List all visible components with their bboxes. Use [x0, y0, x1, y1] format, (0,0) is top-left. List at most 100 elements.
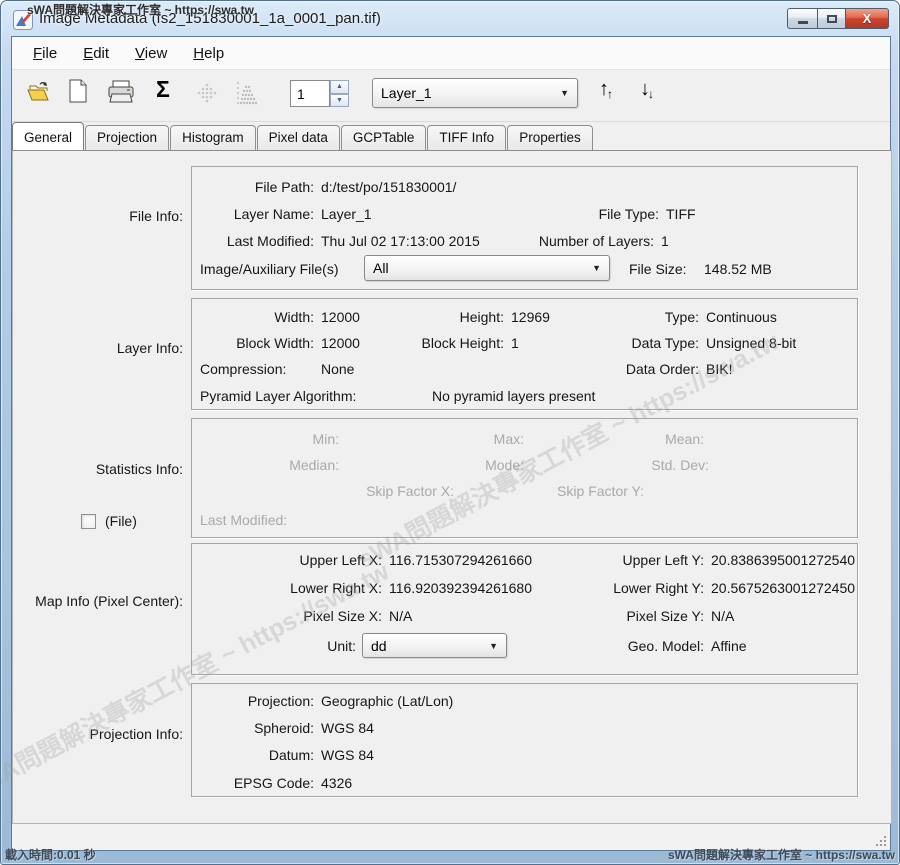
layer-info-group: Width: 12000 Height: 12969 Type: Continu…	[191, 298, 858, 410]
tab-pixel-data[interactable]: Pixel data	[257, 125, 340, 150]
spinner-up-button[interactable]: ▲	[330, 80, 349, 94]
status-bar	[12, 822, 890, 850]
tab-tiff-info[interactable]: TIFF Info	[427, 125, 506, 150]
map-info-group: Upper Left X: 116.715307294261660 Upper …	[191, 543, 858, 675]
menu-help[interactable]: Help	[180, 41, 237, 66]
data-order-value: BIK!	[706, 361, 732, 378]
chevron-down-icon: ▼	[489, 641, 498, 651]
file-statistics-checkbox-label: (File)	[105, 513, 137, 530]
file-statistics-checkbox[interactable]	[81, 514, 96, 529]
projection-label: Projection:	[192, 693, 314, 710]
skip-factor-x-label: Skip Factor X:	[332, 483, 454, 500]
last-modified-value: Thu Jul 02 17:13:00 2015	[321, 233, 480, 250]
maximize-icon	[827, 15, 837, 23]
file-type-label: File Type:	[542, 206, 659, 223]
spheroid-label: Spheroid:	[192, 720, 314, 737]
tab-projection[interactable]: Projection	[85, 125, 169, 150]
mean-label: Mean:	[582, 431, 704, 448]
spheroid-value: WGS 84	[321, 720, 374, 737]
statistics-info-section-label: Statistics Info:	[13, 461, 183, 477]
tab-properties[interactable]: Properties	[507, 125, 593, 150]
layer-name-label: Layer Name:	[192, 206, 314, 223]
number-of-layers-label: Number of Layers:	[534, 233, 654, 250]
mode-label: Mode:	[402, 457, 524, 474]
block-height-label: Block Height:	[384, 335, 504, 352]
upper-left-x-label: Upper Left X:	[192, 552, 382, 569]
upper-left-x-value: 116.715307294261660	[389, 552, 532, 569]
width-label: Width:	[192, 309, 314, 326]
new-file-button[interactable]	[69, 79, 87, 103]
statistics-sigma-button[interactable]: Σ	[156, 76, 170, 103]
unit-select-value: dd	[371, 638, 387, 654]
projection-info-section-label: Projection Info:	[13, 726, 183, 742]
menu-bar: File Edit View Help	[12, 37, 890, 70]
layer-name-value: Layer_1	[321, 206, 372, 223]
titlebar[interactable]: Image Metadata (fs2_151830001_1a_0001_pa…	[1, 1, 899, 36]
file-size-value: 148.52 MB	[704, 261, 772, 278]
data-type-value: Unsigned 8-bit	[706, 335, 796, 352]
file-info-section-label: File Info:	[13, 208, 183, 224]
general-tab-panel: File Info: Layer Info: Statistics Info: …	[12, 150, 892, 824]
toolbar: Σ 1 ▲	[12, 70, 890, 122]
chevron-down-icon: ▼	[560, 88, 569, 98]
window-title: Image Metadata (fs2_151830001_1a_0001_pa…	[39, 10, 381, 27]
last-modified-label: Last Modified:	[192, 233, 314, 250]
lower-right-x-value: 116.920392394261680	[389, 580, 532, 597]
pyramid-algorithm-label: Pyramid Layer Algorithm:	[200, 388, 356, 405]
epsg-code-label: EPSG Code:	[192, 775, 314, 792]
close-button[interactable]: X	[846, 8, 889, 29]
pixel-size-x-value: N/A	[389, 608, 412, 625]
resize-grip[interactable]	[874, 834, 888, 848]
image-metadata-window: Image Metadata (fs2_151830001_1a_0001_pa…	[0, 0, 900, 865]
chevron-down-icon: ▼	[592, 263, 601, 273]
open-file-button[interactable]	[26, 81, 50, 103]
aux-files-select[interactable]: All ▼	[364, 255, 610, 281]
tab-histogram[interactable]: Histogram	[170, 125, 256, 150]
file-path-value: d:/test/po/151830001/	[321, 179, 456, 196]
std-dev-label: Std. Dev:	[587, 457, 709, 474]
pyramid-layers-icon-disabled	[194, 81, 220, 105]
tab-bar: General Projection Histogram Pixel data …	[12, 123, 890, 150]
print-button[interactable]	[107, 80, 135, 104]
file-info-group: File Path: d:/test/po/151830001/ Layer N…	[191, 166, 858, 290]
datum-label: Datum:	[192, 747, 314, 764]
statistics-info-group: Min: Max: Mean: Median: Mode: Std. Dev: …	[191, 418, 858, 538]
menu-edit[interactable]: Edit	[70, 41, 122, 66]
upper-left-y-label: Upper Left Y:	[572, 552, 704, 569]
menu-view[interactable]: View	[122, 41, 180, 66]
layer-number-spinner: ▲ ▼	[330, 80, 349, 107]
unit-select[interactable]: dd ▼	[362, 633, 507, 658]
minimize-icon	[798, 21, 808, 24]
tab-gcptable[interactable]: GCPTable	[341, 125, 427, 150]
min-label: Min:	[217, 431, 339, 448]
data-type-label: Data Type:	[579, 335, 699, 352]
lower-right-y-label: Lower Right Y:	[572, 580, 704, 597]
lower-right-x-label: Lower Right X:	[192, 580, 382, 597]
skip-factor-y-label: Skip Factor Y:	[522, 483, 644, 500]
pixel-size-y-label: Pixel Size Y:	[572, 608, 704, 625]
window-controls: X	[787, 8, 889, 29]
minimize-button[interactable]	[787, 8, 817, 29]
block-height-value: 1	[511, 335, 519, 352]
layer-select[interactable]: Layer_1 ▼	[372, 78, 578, 108]
maximize-button[interactable]	[817, 8, 846, 29]
app-icon	[13, 10, 33, 30]
data-order-label: Data Order:	[579, 361, 699, 378]
aux-files-label: Image/Auxiliary File(s)	[200, 261, 338, 278]
projection-value: Geographic (Lat/Lon)	[321, 693, 453, 710]
menu-file[interactable]: File	[20, 41, 70, 66]
pixel-size-y-value: N/A	[711, 608, 734, 625]
dialog-content: File Edit View Help Σ	[11, 36, 891, 851]
map-info-section-label: Map Info (Pixel Center):	[13, 593, 183, 609]
height-label: Height:	[384, 309, 504, 326]
lower-right-y-value: 20.5675263001272450	[711, 580, 855, 597]
raise-layer-button[interactable]: ↑↑	[599, 78, 615, 101]
tab-general[interactable]: General	[12, 122, 84, 150]
upper-left-y-value: 20.8386395001272540	[711, 552, 855, 569]
lower-layer-button[interactable]: ↓↓	[640, 78, 656, 101]
geo-model-value: Affine	[711, 638, 747, 655]
spinner-down-button[interactable]: ▼	[330, 94, 349, 108]
layer-number-input[interactable]: 1	[290, 80, 330, 107]
layer-info-section-label: Layer Info:	[13, 340, 183, 356]
pixel-size-x-label: Pixel Size X:	[192, 608, 382, 625]
